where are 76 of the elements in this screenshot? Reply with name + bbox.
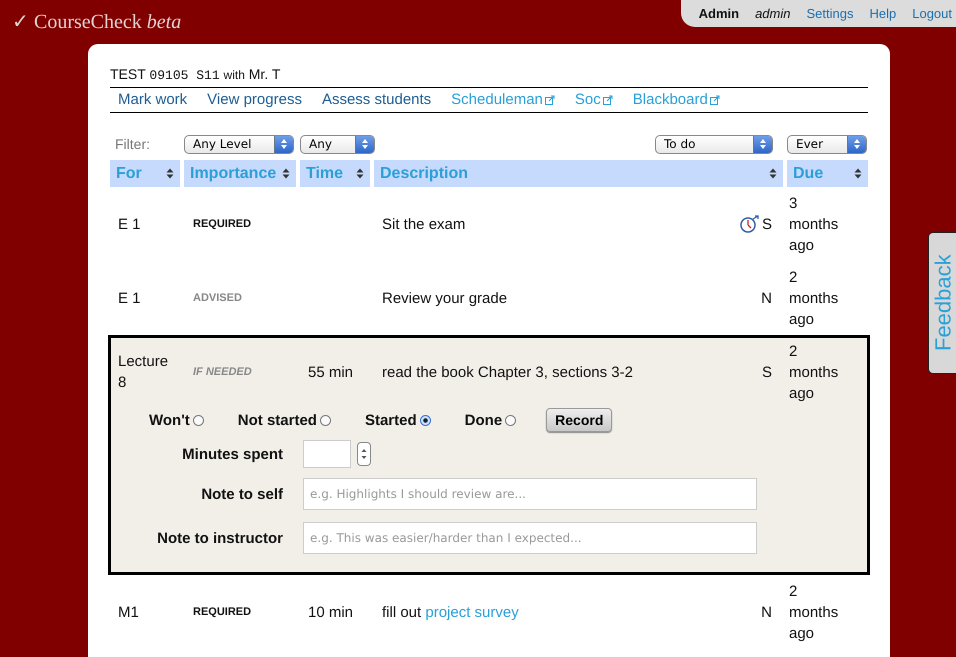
status-option-label: Won't bbox=[149, 412, 190, 428]
importance-cell-text: IF NEEDED bbox=[192, 366, 253, 378]
user-menu-link[interactable]: Settings bbox=[806, 6, 854, 21]
clock-icon bbox=[740, 215, 760, 233]
due-cell-text: 2 months ago bbox=[788, 268, 840, 330]
due-cell-text: 3 months ago bbox=[788, 194, 840, 256]
status-letter: S bbox=[762, 364, 772, 380]
sort-icon bbox=[356, 168, 364, 179]
record-button[interactable]: Record bbox=[546, 408, 612, 432]
app-logo[interactable]: ✓ CourseCheck beta bbox=[0, 0, 182, 34]
due-dropdown[interactable]: Ever bbox=[787, 134, 867, 154]
due-cell-text: 2 months ago bbox=[788, 582, 840, 644]
for-cell-text: Lecture 8 bbox=[117, 352, 170, 393]
filter-label: Filter: bbox=[114, 136, 151, 152]
nav-link[interactable]: Scheduleman bbox=[451, 91, 555, 108]
column-header[interactable]: Due bbox=[787, 160, 868, 187]
nav-link[interactable]: Assess students bbox=[322, 91, 432, 108]
column-header[interactable]: Time bbox=[300, 160, 370, 187]
for-cell-text: M1 bbox=[117, 602, 140, 622]
note-label: Note to instructor bbox=[156, 530, 283, 546]
note-field[interactable]: e.g. Highlights I should review are... bbox=[303, 478, 757, 510]
sort-icon bbox=[854, 168, 862, 179]
nav-link[interactable]: Blackboard bbox=[632, 91, 720, 108]
nav-link[interactable]: Mark work bbox=[118, 91, 188, 108]
minutes-label: Minutes spent bbox=[181, 446, 283, 462]
radio-button[interactable] bbox=[320, 414, 331, 426]
survey-link[interactable]: project survey bbox=[425, 604, 519, 620]
column-header[interactable]: Importance bbox=[184, 160, 296, 187]
level-dropdown[interactable]: Any Level bbox=[184, 134, 294, 154]
sort-icon bbox=[282, 168, 290, 179]
status-option-label: Done bbox=[464, 412, 502, 428]
sort-icon bbox=[769, 168, 777, 179]
importance-cell-text: REQUIRED bbox=[192, 218, 252, 230]
radio-button[interactable] bbox=[420, 414, 431, 426]
description-cell-text: read the book Chapter 3, sections 3-2 bbox=[381, 362, 633, 382]
status-letter: N bbox=[761, 290, 772, 306]
external-link-icon bbox=[602, 94, 613, 104]
minutes-field[interactable] bbox=[303, 440, 351, 468]
time-cell-text: 55 min bbox=[307, 362, 354, 382]
status-option-label: Not started bbox=[238, 412, 317, 428]
nav-link[interactable]: Soc bbox=[574, 91, 613, 108]
time-cell-text: 10 min bbox=[307, 602, 354, 622]
user-menu-link[interactable]: Logout bbox=[912, 6, 952, 21]
importance-cell-text: ADVISED bbox=[192, 292, 243, 304]
dropdown-arrows-icon bbox=[847, 136, 866, 152]
column-header[interactable]: For bbox=[110, 160, 180, 187]
status-dropdown[interactable]: To do bbox=[655, 134, 773, 154]
description-cell-text: fill out project survey bbox=[381, 602, 519, 622]
importance-cell-text: REQUIRED bbox=[192, 606, 252, 618]
for-cell-text: E 1 bbox=[117, 214, 142, 234]
stepper-icon[interactable] bbox=[357, 442, 371, 466]
radio-button[interactable] bbox=[192, 414, 204, 426]
feedback-tab[interactable]: Feedback bbox=[928, 232, 956, 374]
external-link-icon bbox=[544, 94, 555, 104]
radio-button[interactable] bbox=[505, 414, 516, 426]
dropdown-arrows-icon bbox=[355, 136, 374, 152]
username-label: admin bbox=[755, 6, 790, 21]
note-label: Note to self bbox=[200, 486, 283, 502]
role-label: Admin bbox=[698, 6, 740, 21]
dropdown-arrows-icon bbox=[753, 136, 772, 152]
status-option-label: Started bbox=[364, 412, 417, 428]
description-cell-text: Review your grade bbox=[381, 288, 508, 308]
course-title: TEST 09105 S11 with Mr. T bbox=[110, 66, 868, 88]
status-letter: N bbox=[761, 604, 772, 620]
note-field[interactable]: e.g. This was easier/harder than I expected... bbox=[303, 522, 757, 554]
column-header[interactable]: Description bbox=[374, 160, 783, 187]
nav-link[interactable]: View progress bbox=[207, 91, 302, 108]
dropdown-arrows-icon bbox=[274, 136, 293, 152]
due-cell-text: 2 months ago bbox=[788, 342, 840, 404]
status-letter: S bbox=[762, 216, 772, 232]
for-cell-text: E 1 bbox=[117, 288, 142, 308]
time-dropdown[interactable]: Any bbox=[300, 134, 375, 154]
user-menu-link[interactable]: Help bbox=[869, 6, 896, 21]
sort-icon bbox=[166, 168, 174, 179]
description-cell-text: Sit the exam bbox=[381, 214, 466, 234]
external-link-icon bbox=[710, 94, 720, 104]
